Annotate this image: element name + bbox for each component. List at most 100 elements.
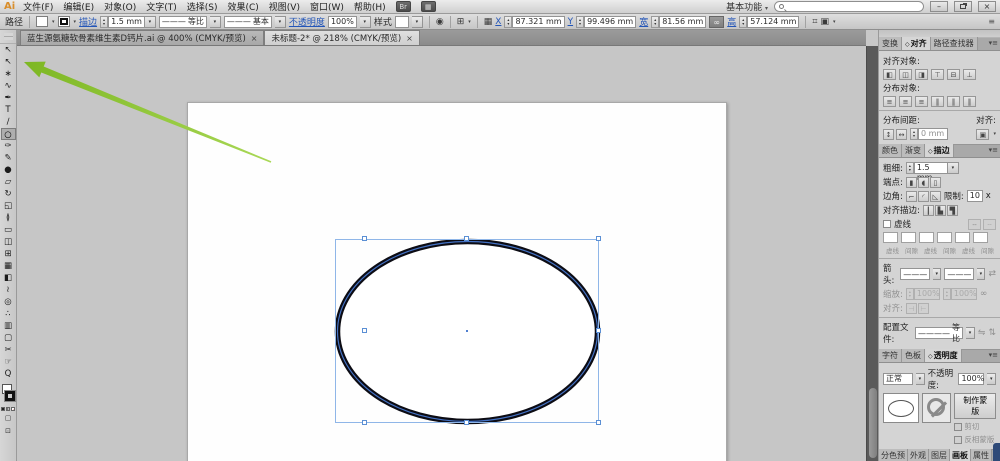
stroke-weight-stepper[interactable]: ▴ ▾ 1.5 mm ▾: [100, 15, 156, 28]
eraser-tool[interactable]: ▱: [1, 176, 16, 188]
blob-brush-tool[interactable]: ●: [1, 164, 16, 176]
arrow-align-end-icon[interactable]: ⊢: [917, 302, 929, 314]
align-center-h-icon[interactable]: ◫: [899, 69, 912, 80]
arrowhead-start-dropdown-icon[interactable]: ▾: [933, 268, 942, 280]
artboard-tool[interactable]: ▢: [1, 332, 16, 344]
stroke-color-swatch[interactable]: [4, 390, 16, 402]
selection-handle-w[interactable]: [362, 328, 367, 333]
selection-handle-sw[interactable]: [362, 420, 367, 425]
align-to-selection-icon[interactable]: ▣: [976, 128, 990, 140]
menu-item[interactable]: 文字(T): [146, 0, 177, 13]
menu-item[interactable]: 窗口(W): [310, 0, 344, 13]
gap-field[interactable]: [901, 232, 916, 243]
tab-stroke[interactable]: ◇描边: [925, 144, 954, 157]
x-value[interactable]: 87.321 mm: [512, 15, 565, 28]
tab-transform[interactable]: 变换: [879, 37, 902, 50]
restore-button[interactable]: [954, 1, 972, 12]
width-value[interactable]: 81.56 mm: [659, 15, 707, 28]
spacing-stepper[interactable]: ▴ ▾ 0 mm: [910, 128, 948, 140]
shape-builder-tool[interactable]: ◫: [1, 236, 16, 248]
selection-tool[interactable]: ↖: [1, 44, 16, 56]
panel-menu-icon[interactable]: ▾≡: [987, 37, 1000, 50]
rotate-tool[interactable]: ↻: [1, 188, 16, 200]
screen-mode-icon[interactable]: ⊡: [1, 426, 16, 437]
drawing-mode-icon[interactable]: ▢: [1, 413, 16, 424]
fill-swatch[interactable]: [36, 16, 49, 27]
menu-item[interactable]: 视图(V): [269, 0, 300, 13]
profile-dropdown-icon[interactable]: ▾: [966, 327, 975, 339]
distribute-center-v-icon[interactable]: ≡: [899, 96, 912, 107]
swap-arrowheads-icon[interactable]: ⇄: [988, 269, 996, 279]
round-join-icon[interactable]: ◜: [917, 190, 929, 202]
blend-mode-select[interactable]: 正常: [883, 373, 914, 385]
panel-menu-icon[interactable]: ▾≡: [987, 144, 1000, 157]
line-segment-tool[interactable]: ∕: [1, 116, 16, 128]
close-tab-icon[interactable]: ×: [406, 34, 413, 43]
type-tool[interactable]: T: [1, 104, 16, 116]
zoom-tool[interactable]: Q: [1, 368, 16, 380]
stepper-arrows-icon[interactable]: ▴ ▾: [100, 15, 109, 28]
style-value[interactable]: [394, 15, 409, 28]
select-similar-icon[interactable]: ▣: [820, 17, 829, 27]
opacity-value[interactable]: 100%: [327, 15, 357, 28]
object-thumbnail[interactable]: [883, 393, 919, 423]
stroke-panel-link[interactable]: 描边: [79, 15, 97, 28]
weight-dropdown-icon[interactable]: ▾: [947, 162, 959, 174]
menu-item[interactable]: 编辑(E): [63, 0, 94, 13]
distribute-right-icon[interactable]: ‖: [963, 96, 976, 107]
limit-value[interactable]: 10: [966, 190, 983, 202]
search-input[interactable]: [774, 1, 924, 12]
width-tool[interactable]: ≬: [1, 212, 16, 224]
blend-mode-dropdown-icon[interactable]: ▾: [916, 373, 925, 385]
menu-item[interactable]: 选择(S): [187, 0, 218, 13]
tab-pathfinder[interactable]: 路径查找器: [930, 37, 978, 50]
y-label[interactable]: Y: [568, 17, 574, 27]
bridge-icon[interactable]: Br: [395, 1, 411, 12]
selection-handle-e[interactable]: [596, 328, 601, 333]
close-button[interactable]: ×: [978, 1, 996, 12]
tools-panel-header[interactable]: [0, 30, 16, 44]
stroke-dropdown-icon[interactable]: ▾: [74, 19, 77, 25]
align-left-icon[interactable]: ◧: [883, 69, 896, 80]
select-similar-dropdown-icon[interactable]: ▾: [833, 19, 836, 25]
selection-handle-s[interactable]: [464, 420, 469, 425]
profile-dropdown-icon[interactable]: ▾: [209, 15, 221, 28]
tab-color[interactable]: 颜色: [879, 144, 902, 157]
eyedropper-tool[interactable]: ≀: [1, 284, 16, 296]
selection-handle-se[interactable]: [596, 420, 601, 425]
vertical-scrollbar[interactable]: [866, 46, 878, 461]
column-graph-tool[interactable]: ▥: [1, 320, 16, 332]
arrow-scale-end[interactable]: 100%: [950, 288, 977, 300]
tab-transparency[interactable]: ◇透明度: [925, 349, 962, 362]
style-dropdown-icon[interactable]: ▾: [411, 15, 423, 28]
tab-artboards[interactable]: 画板: [950, 449, 971, 461]
gradient-tool[interactable]: ◧: [1, 272, 16, 284]
weight-stepper[interactable]: ▴▾ 1.5 mm ▾: [905, 162, 959, 182]
distribute-left-icon[interactable]: ‖: [931, 96, 944, 107]
arrowhead-start-select[interactable]: ———: [900, 268, 931, 280]
stroke-weight-dropdown-icon[interactable]: ▾: [144, 15, 156, 28]
flip-across-icon[interactable]: ⇅: [988, 328, 996, 338]
paintbrush-tool[interactable]: ✑: [1, 140, 16, 152]
align-bottom-icon[interactable]: ⊥: [963, 69, 976, 80]
preserve-dash-icon[interactable]: ╍: [968, 218, 981, 230]
collapse-control-bar-icon[interactable]: ≡: [988, 17, 995, 26]
round-cap-icon[interactable]: ◖: [917, 176, 929, 188]
document-tab-2[interactable]: 未标题-2* @ 218% (CMYK/预览) ×: [264, 30, 420, 45]
document-tab-1[interactable]: 蓝生源氨糖软骨素维生素D钙片.ai @ 400% (CMYK/预览) ×: [20, 30, 265, 45]
stroke-weight-value[interactable]: 1.5 mm: [108, 15, 145, 28]
dash-field[interactable]: [955, 232, 970, 243]
fill-stroke-indicator[interactable]: [0, 383, 17, 405]
tab-character[interactable]: 字符: [879, 349, 902, 362]
menu-item[interactable]: 对象(O): [104, 0, 136, 13]
dashed-line-checkbox[interactable]: [883, 220, 891, 228]
align-options-icon[interactable]: ⊞: [457, 17, 465, 27]
tab-layers[interactable]: 图层: [929, 449, 950, 461]
menu-item[interactable]: 帮助(H): [354, 0, 386, 13]
object-center-point[interactable]: [465, 329, 469, 333]
opacity-value[interactable]: 100%: [958, 373, 985, 385]
arrowhead-end-dropdown-icon[interactable]: ▾: [977, 268, 986, 280]
align-top-icon[interactable]: ⊤: [931, 69, 944, 80]
hand-tool[interactable]: ☞: [1, 356, 16, 368]
clip-checkbox[interactable]: [954, 422, 963, 431]
